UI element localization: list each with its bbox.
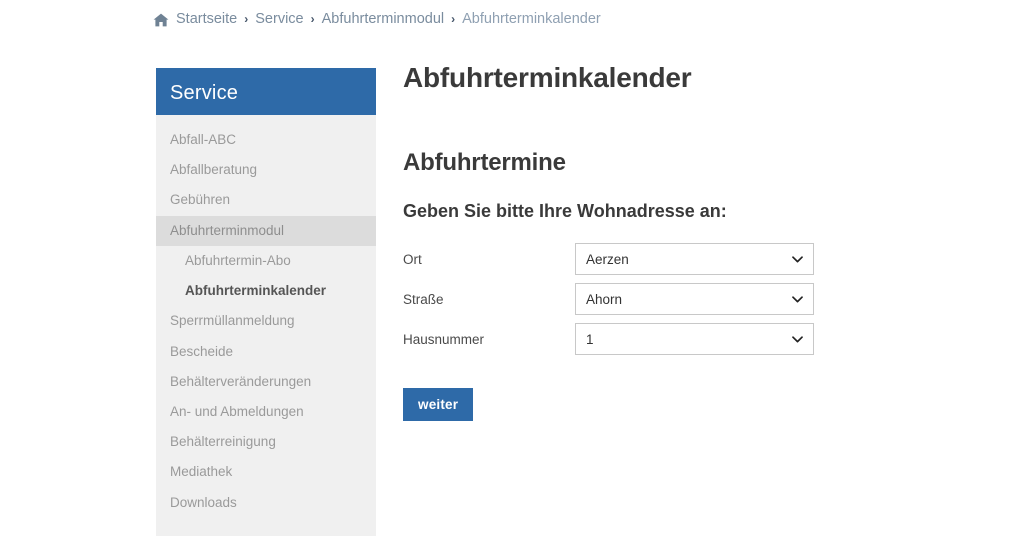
sidebar-item-abfuhrterminkalender[interactable]: Abfuhrterminkalender	[156, 276, 376, 306]
chevron-down-icon	[787, 324, 807, 354]
sidebar-item-an-und-abmeldungen[interactable]: An- und Abmeldungen	[156, 397, 376, 427]
sidebar-item-behaelterveraenderungen[interactable]: Behälterveränderungen	[156, 367, 376, 397]
sidebar-item-abfuhrtermin-abo[interactable]: Abfuhrtermin-Abo	[156, 246, 376, 276]
main-content: Abfuhrterminkalender Abfuhrtermine Geben…	[403, 62, 963, 421]
sidebar-item-behaelterreinigung[interactable]: Behälterreinigung	[156, 427, 376, 457]
section-title: Abfuhrtermine	[403, 149, 566, 176]
select-strasse[interactable]: Ahorn	[575, 283, 814, 315]
form-row-hausnummer: Hausnummer 1	[403, 323, 963, 355]
form-prompt: Geben Sie bitte Ihre Wohnadresse an:	[403, 201, 727, 221]
address-form: Ort Aerzen Straße Ahorn Hausnummer 1 wei…	[403, 243, 963, 421]
label-hausnummer: Hausnummer	[403, 331, 485, 347]
breadcrumb: Startseite › Service › Abfuhrterminmodul…	[153, 11, 601, 27]
sidebar-item-gebuehren[interactable]: Gebühren	[156, 185, 376, 215]
select-hausnummer-value: 1	[586, 331, 594, 347]
sidebar-item-sperrmuellanmeldung[interactable]: Sperrmüllanmeldung	[156, 306, 376, 336]
page-title: Abfuhrterminkalender	[403, 62, 692, 93]
sidebar-item-mediathek[interactable]: Mediathek	[156, 457, 376, 487]
breadcrumb-separator: ›	[310, 12, 315, 26]
sidebar: Service Abfall-ABC Abfallberatung Gebühr…	[156, 68, 376, 536]
chevron-down-icon	[787, 284, 807, 314]
breadcrumb-item-startseite[interactable]: Startseite	[176, 11, 237, 27]
breadcrumb-item-service[interactable]: Service	[255, 11, 303, 27]
label-ort: Ort	[403, 251, 422, 267]
sidebar-item-downloads[interactable]: Downloads	[156, 488, 376, 518]
sidebar-item-abfallberatung[interactable]: Abfallberatung	[156, 155, 376, 185]
sidebar-item-bescheide[interactable]: Bescheide	[156, 337, 376, 367]
sidebar-item-abfall-abc[interactable]: Abfall-ABC	[156, 125, 376, 155]
label-strasse: Straße	[403, 291, 444, 307]
chevron-down-icon	[787, 244, 807, 274]
sidebar-header: Service	[156, 68, 376, 115]
select-hausnummer[interactable]: 1	[575, 323, 814, 355]
form-row-ort: Ort Aerzen	[403, 243, 963, 275]
submit-button[interactable]: weiter	[403, 388, 474, 421]
breadcrumb-separator: ›	[244, 12, 249, 26]
select-ort[interactable]: Aerzen	[575, 243, 814, 275]
sidebar-menu: Abfall-ABC Abfallberatung Gebühren Abfuh…	[156, 115, 376, 518]
select-ort-value: Aerzen	[586, 251, 629, 267]
breadcrumb-separator: ›	[451, 12, 456, 26]
sidebar-item-abfuhrterminmodul[interactable]: Abfuhrterminmodul	[156, 215, 376, 246]
breadcrumb-item-abfuhrterminmodul[interactable]: Abfuhrterminmodul	[322, 11, 445, 27]
form-row-strasse: Straße Ahorn	[403, 283, 963, 315]
select-strasse-value: Ahorn	[586, 291, 623, 307]
breadcrumb-item-current: Abfuhrterminkalender	[462, 11, 601, 27]
home-icon[interactable]	[153, 13, 169, 27]
